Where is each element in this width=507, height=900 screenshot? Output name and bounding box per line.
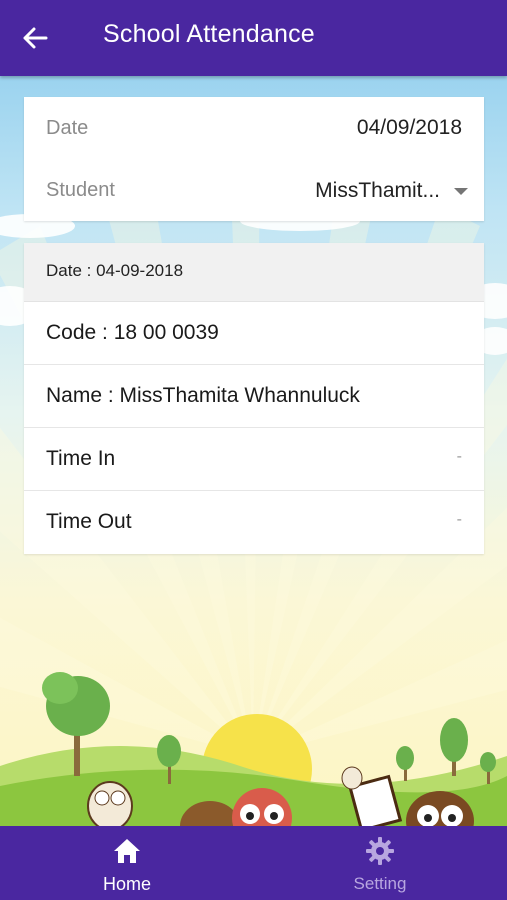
student-code: Code : 18 00 0039: [46, 321, 219, 344]
date-picker-row[interactable]: Date 04/09/2018: [24, 97, 484, 159]
date-value[interactable]: 04/09/2018: [357, 116, 462, 140]
time-out-row: Time Out -: [24, 491, 484, 553]
student-dropdown[interactable]: MissThamit...: [315, 175, 468, 207]
student-name: Name : MissThamita Whannuluck: [46, 384, 360, 407]
bottom-navigation: Home Setting: [0, 826, 507, 900]
code-row: Code : 18 00 0039: [24, 302, 484, 365]
nav-setting-label: Setting: [353, 874, 407, 893]
home-icon: [114, 839, 140, 863]
filter-card: Date 04/09/2018 Student MissThamit...: [24, 97, 484, 221]
dropdown-caret-icon: [454, 187, 468, 195]
attendance-card: Date : 04-09-2018 Code : 18 00 0039 Name…: [24, 243, 484, 554]
app-bar: School Attendance: [0, 0, 507, 76]
time-in-label: Time In: [46, 447, 116, 470]
nav-setting[interactable]: Setting: [290, 826, 470, 900]
back-button[interactable]: [22, 16, 70, 60]
name-row: Name : MissThamita Whannuluck: [24, 365, 484, 428]
date-label: Date: [46, 117, 89, 139]
nav-home[interactable]: Home: [37, 826, 217, 900]
student-label: Student: [46, 179, 115, 201]
student-select-row[interactable]: Student MissThamit...: [24, 159, 484, 221]
time-out-label: Time Out: [46, 510, 132, 533]
time-in-row: Time In -: [24, 428, 484, 491]
attendance-date-text: Date : 04-09-2018: [46, 261, 184, 280]
time-in-value: -: [456, 448, 462, 465]
page-title: School Attendance: [103, 20, 315, 48]
attendance-date-header: Date : 04-09-2018: [24, 243, 484, 302]
arrow-left-icon: [23, 27, 48, 49]
gear-icon: [366, 837, 394, 865]
student-selected-value: MissThamit...: [315, 179, 440, 202]
nav-home-label: Home: [102, 874, 151, 894]
time-out-value: -: [456, 511, 462, 528]
